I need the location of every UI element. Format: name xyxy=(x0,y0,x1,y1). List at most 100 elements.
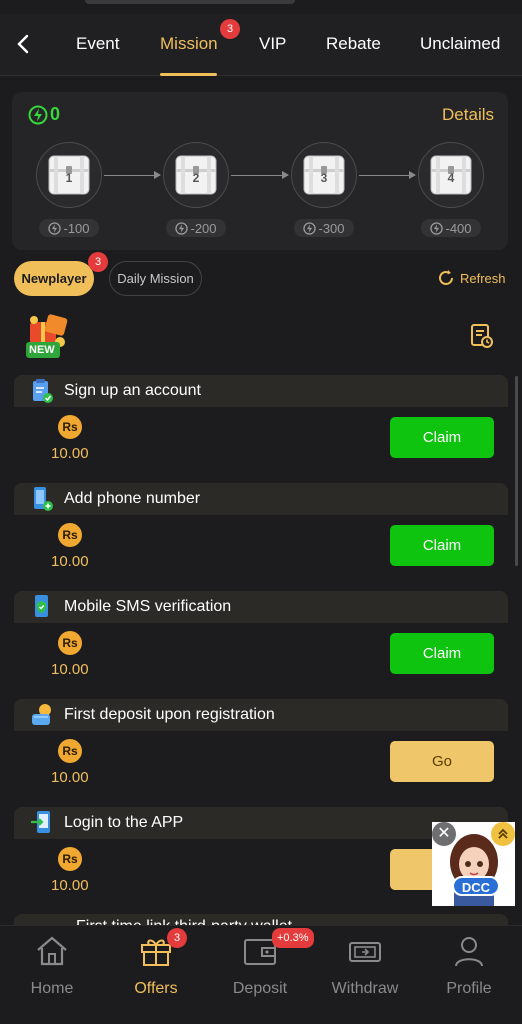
nav-label: Deposit xyxy=(232,980,288,997)
treasure-chest-2[interactable]: 2 xyxy=(163,142,229,208)
deposit-bonus-badge: +0.3% xyxy=(272,928,314,948)
status-notch xyxy=(85,0,295,4)
refresh-button[interactable]: Refresh xyxy=(436,268,506,288)
top-tab-bar: Event Mission 3 VIP Rebate Unclaimed xyxy=(0,14,522,76)
newplayer-badge: 3 xyxy=(88,252,108,272)
rupee-coin-icon: Rs xyxy=(58,631,82,655)
tab-vip[interactable]: VIP xyxy=(259,34,286,54)
claim-button[interactable]: Claim xyxy=(390,525,494,566)
mission-card: Add phone number Rs 10.00 Claim xyxy=(14,483,508,579)
rupee-coin-icon: Rs xyxy=(58,739,82,763)
withdraw-icon xyxy=(346,934,384,968)
chest-cost: -100 xyxy=(39,219,99,237)
energy-bolt-icon xyxy=(175,221,189,235)
chest-cost-value: -100 xyxy=(63,220,90,236)
energy-bolt-icon xyxy=(430,221,444,235)
mission-title: First deposit upon registration xyxy=(64,706,275,723)
active-tab-indicator xyxy=(160,73,217,76)
treasure-chest-3[interactable]: 3 xyxy=(291,142,357,208)
chest-cost: -200 xyxy=(166,219,226,237)
tab-rebate[interactable]: Rebate xyxy=(326,34,381,54)
reward-amount: 10.00 xyxy=(51,769,89,786)
mission-reward-row: Rs 10.00 Go xyxy=(14,731,508,795)
mission-page: Event Mission 3 VIP Rebate Unclaimed 0 D… xyxy=(0,0,522,1024)
phone-shield-icon xyxy=(35,595,48,617)
refresh-icon xyxy=(439,270,453,285)
mission-rules-icon[interactable] xyxy=(470,323,494,349)
back-button[interactable] xyxy=(12,30,36,58)
nav-withdraw[interactable]: Withdraw xyxy=(325,934,405,998)
reward-amount: 10.00 xyxy=(51,877,89,894)
reward-amount: 10.00 xyxy=(51,553,89,570)
mission-card: Sign up an account Rs 10.00 Claim xyxy=(14,375,508,471)
mission-title: Add phone number xyxy=(64,490,201,507)
chest-cost: -400 xyxy=(421,219,481,237)
mission-card: First deposit upon registration Rs 10.00… xyxy=(14,699,508,795)
chest-number: 4 xyxy=(447,171,455,185)
mission-card: Mobile SMS verification Rs 10.00 Claim xyxy=(14,591,508,687)
tab-unclaimed[interactable]: Unclaimed xyxy=(420,34,500,54)
details-link[interactable]: Details xyxy=(442,105,494,125)
nav-label: Offers xyxy=(134,980,178,997)
chest-cost-value: -200 xyxy=(190,220,217,236)
chest-cost: -300 xyxy=(294,219,354,237)
tab-event[interactable]: Event xyxy=(76,34,119,54)
nav-profile[interactable]: Profile xyxy=(429,934,509,998)
arrow-right-icon xyxy=(409,171,416,179)
offers-badge: 3 xyxy=(167,928,187,948)
mission-reward-row: Rs 10.00 Claim xyxy=(14,515,508,579)
new-gift-icon: NEW xyxy=(20,312,74,362)
login-app-icon xyxy=(31,811,50,833)
mission-title: Mobile SMS verification xyxy=(64,598,232,615)
new-label: NEW xyxy=(29,344,55,356)
claim-button[interactable]: Claim xyxy=(390,633,494,674)
phone-add-icon xyxy=(34,487,53,511)
mission-reward-row: Rs 10.00 Claim xyxy=(14,407,508,471)
treasure-chest-4[interactable]: 4 xyxy=(418,142,484,208)
nav-label: Withdraw xyxy=(331,980,399,997)
subtab-newplayer[interactable]: Newplayer xyxy=(14,261,94,296)
energy-bolt-icon xyxy=(28,105,48,124)
claim-button[interactable]: Claim xyxy=(390,417,494,458)
mission-title: Login to the APP xyxy=(64,814,184,831)
go-button[interactable]: Go xyxy=(390,741,494,782)
mission-reward-row: Rs 10.00 Claim xyxy=(14,623,508,687)
rupee-coin-icon: Rs xyxy=(58,523,82,547)
progress-connector xyxy=(231,175,282,176)
mission-title: Sign up an account xyxy=(64,382,201,399)
progress-connector xyxy=(359,175,409,176)
chest-number: 3 xyxy=(320,171,328,185)
dcc-label: DCC xyxy=(452,876,500,896)
expand-widget-button[interactable] xyxy=(491,822,515,846)
energy-bolt-icon xyxy=(303,221,317,235)
close-widget-button[interactable]: ✕ xyxy=(432,822,456,846)
chest-cost-value: -400 xyxy=(445,220,472,236)
reward-amount: 10.00 xyxy=(51,661,89,678)
arrow-right-icon xyxy=(282,171,289,179)
energy-bolt-icon xyxy=(48,221,62,235)
mission-tab-badge: 3 xyxy=(220,19,240,39)
chevron-left-icon xyxy=(17,34,29,54)
mission-header: Sign up an account xyxy=(14,375,508,407)
coin-deposit-icon xyxy=(32,704,51,725)
double-chevron-up-icon xyxy=(498,828,508,839)
rupee-coin-icon: Rs xyxy=(58,847,82,871)
mission-header: Add phone number xyxy=(14,483,508,515)
mission-header: First deposit upon registration xyxy=(14,699,508,731)
nav-label: Home xyxy=(30,980,74,997)
chest-number: 1 xyxy=(65,171,73,185)
nav-home[interactable]: Home xyxy=(12,934,92,998)
tab-mission[interactable]: Mission xyxy=(160,34,218,54)
chest-cost-value: -300 xyxy=(318,220,345,236)
progress-connector xyxy=(104,175,154,176)
treasure-chest-1[interactable]: 1 xyxy=(36,142,102,208)
subtab-daily-mission[interactable]: Daily Mission xyxy=(109,261,202,296)
reward-amount: 10.00 xyxy=(51,445,89,462)
clipboard-check-icon xyxy=(33,379,53,403)
nav-label: Profile xyxy=(446,980,492,997)
energy-balance: 0 xyxy=(28,104,60,125)
bottom-nav: Home Offers 3 Deposit +0.3% Withdraw Pro… xyxy=(0,925,522,1024)
scrollbar[interactable] xyxy=(515,376,518,566)
refresh-label: Refresh xyxy=(460,270,506,286)
chest-number: 2 xyxy=(192,171,200,185)
